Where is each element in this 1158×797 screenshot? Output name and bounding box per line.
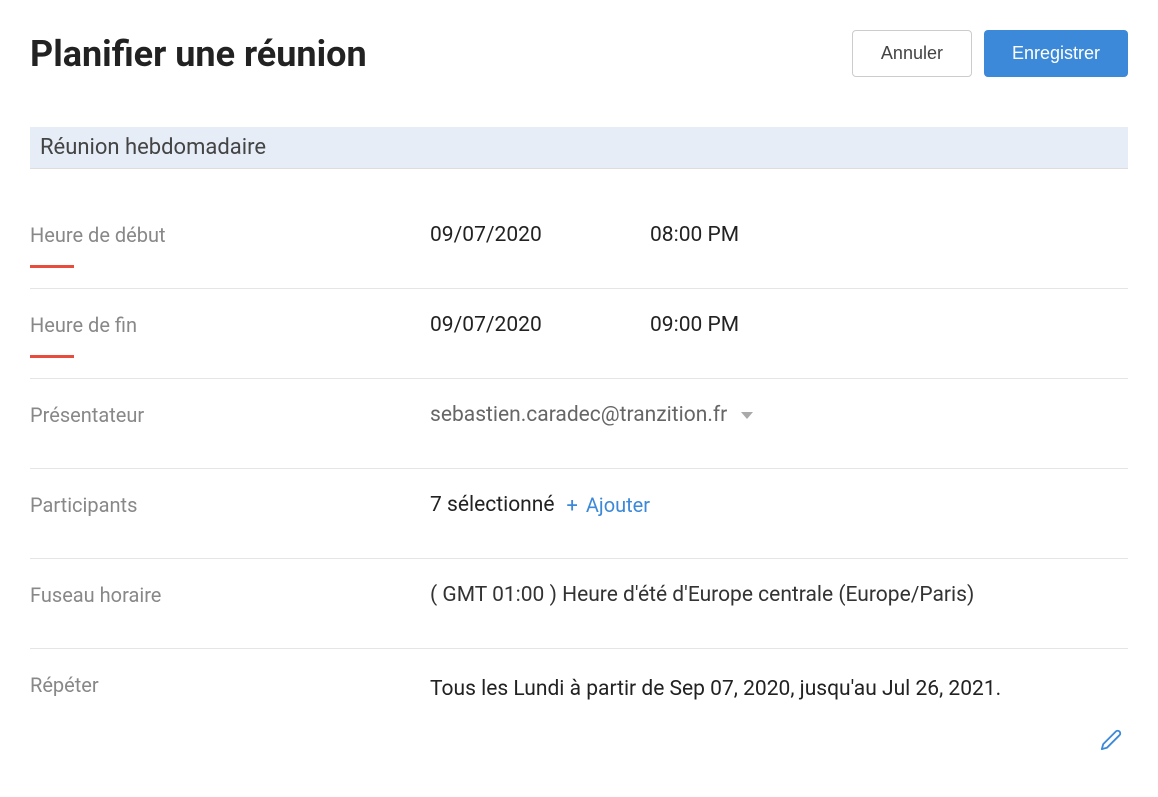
header-actions: Annuler Enregistrer bbox=[852, 30, 1128, 77]
required-indicator bbox=[30, 265, 74, 268]
participants-count: 7 sélectionné bbox=[430, 493, 555, 517]
start-time-label-text: Heure de début bbox=[30, 223, 166, 247]
end-time-field[interactable]: 09:00 PM bbox=[650, 313, 830, 337]
presenter-email: sebastien.caradec@tranzition.fr bbox=[430, 403, 727, 427]
presenter-dropdown[interactable]: sebastien.caradec@tranzition.fr bbox=[430, 403, 753, 427]
repeat-row: Répéter Tous les Lundi à partir de Sep 0… bbox=[30, 669, 1128, 767]
start-time-value: 09/07/2020 08:00 PM bbox=[430, 219, 1128, 267]
cancel-button[interactable]: Annuler bbox=[852, 30, 972, 77]
header: Planifier une réunion Annuler Enregistre… bbox=[30, 30, 1128, 77]
presenter-label: Présentateur bbox=[30, 399, 430, 447]
end-time-label-text: Heure de fin bbox=[30, 313, 137, 337]
pencil-icon bbox=[1100, 729, 1122, 751]
start-time-label: Heure de début bbox=[30, 219, 430, 267]
repeat-text: Tous les Lundi à partir de Sep 07, 2020,… bbox=[430, 673, 1001, 707]
edit-repeat-button[interactable] bbox=[1100, 729, 1122, 755]
required-indicator bbox=[30, 355, 74, 358]
timezone-value[interactable]: ( GMT 01:00 ) Heure d'été d'Europe centr… bbox=[430, 579, 1128, 627]
presenter-value: sebastien.caradec@tranzition.fr bbox=[430, 399, 1128, 447]
end-time-value: 09/07/2020 09:00 PM bbox=[430, 309, 1128, 357]
start-time-row: Heure de début 09/07/2020 08:00 PM bbox=[30, 219, 1128, 289]
repeat-value: Tous les Lundi à partir de Sep 07, 2020,… bbox=[430, 669, 1128, 727]
end-time-row: Heure de fin 09/07/2020 09:00 PM bbox=[30, 309, 1128, 379]
page-title: Planifier une réunion bbox=[30, 33, 367, 75]
presenter-row: Présentateur sebastien.caradec@tranzitio… bbox=[30, 399, 1128, 469]
timezone-text: ( GMT 01:00 ) Heure d'été d'Europe centr… bbox=[430, 583, 974, 607]
start-date-field[interactable]: 09/07/2020 bbox=[430, 223, 610, 247]
save-button[interactable]: Enregistrer bbox=[984, 30, 1128, 77]
participants-row: Participants 7 sélectionné + Ajouter bbox=[30, 489, 1128, 559]
start-time-field[interactable]: 08:00 PM bbox=[650, 223, 830, 247]
participants-value: 7 sélectionné + Ajouter bbox=[430, 489, 1128, 537]
timezone-row: Fuseau horaire ( GMT 01:00 ) Heure d'été… bbox=[30, 579, 1128, 649]
participants-label: Participants bbox=[30, 489, 430, 537]
meeting-title-input[interactable]: Réunion hebdomadaire bbox=[30, 127, 1128, 169]
plus-icon: + bbox=[567, 493, 578, 517]
timezone-label: Fuseau horaire bbox=[30, 579, 430, 627]
repeat-label: Répéter bbox=[30, 669, 430, 717]
end-time-label: Heure de fin bbox=[30, 309, 430, 357]
chevron-down-icon bbox=[741, 412, 753, 419]
add-participant-link[interactable]: Ajouter bbox=[586, 493, 650, 517]
end-date-field[interactable]: 09/07/2020 bbox=[430, 313, 610, 337]
